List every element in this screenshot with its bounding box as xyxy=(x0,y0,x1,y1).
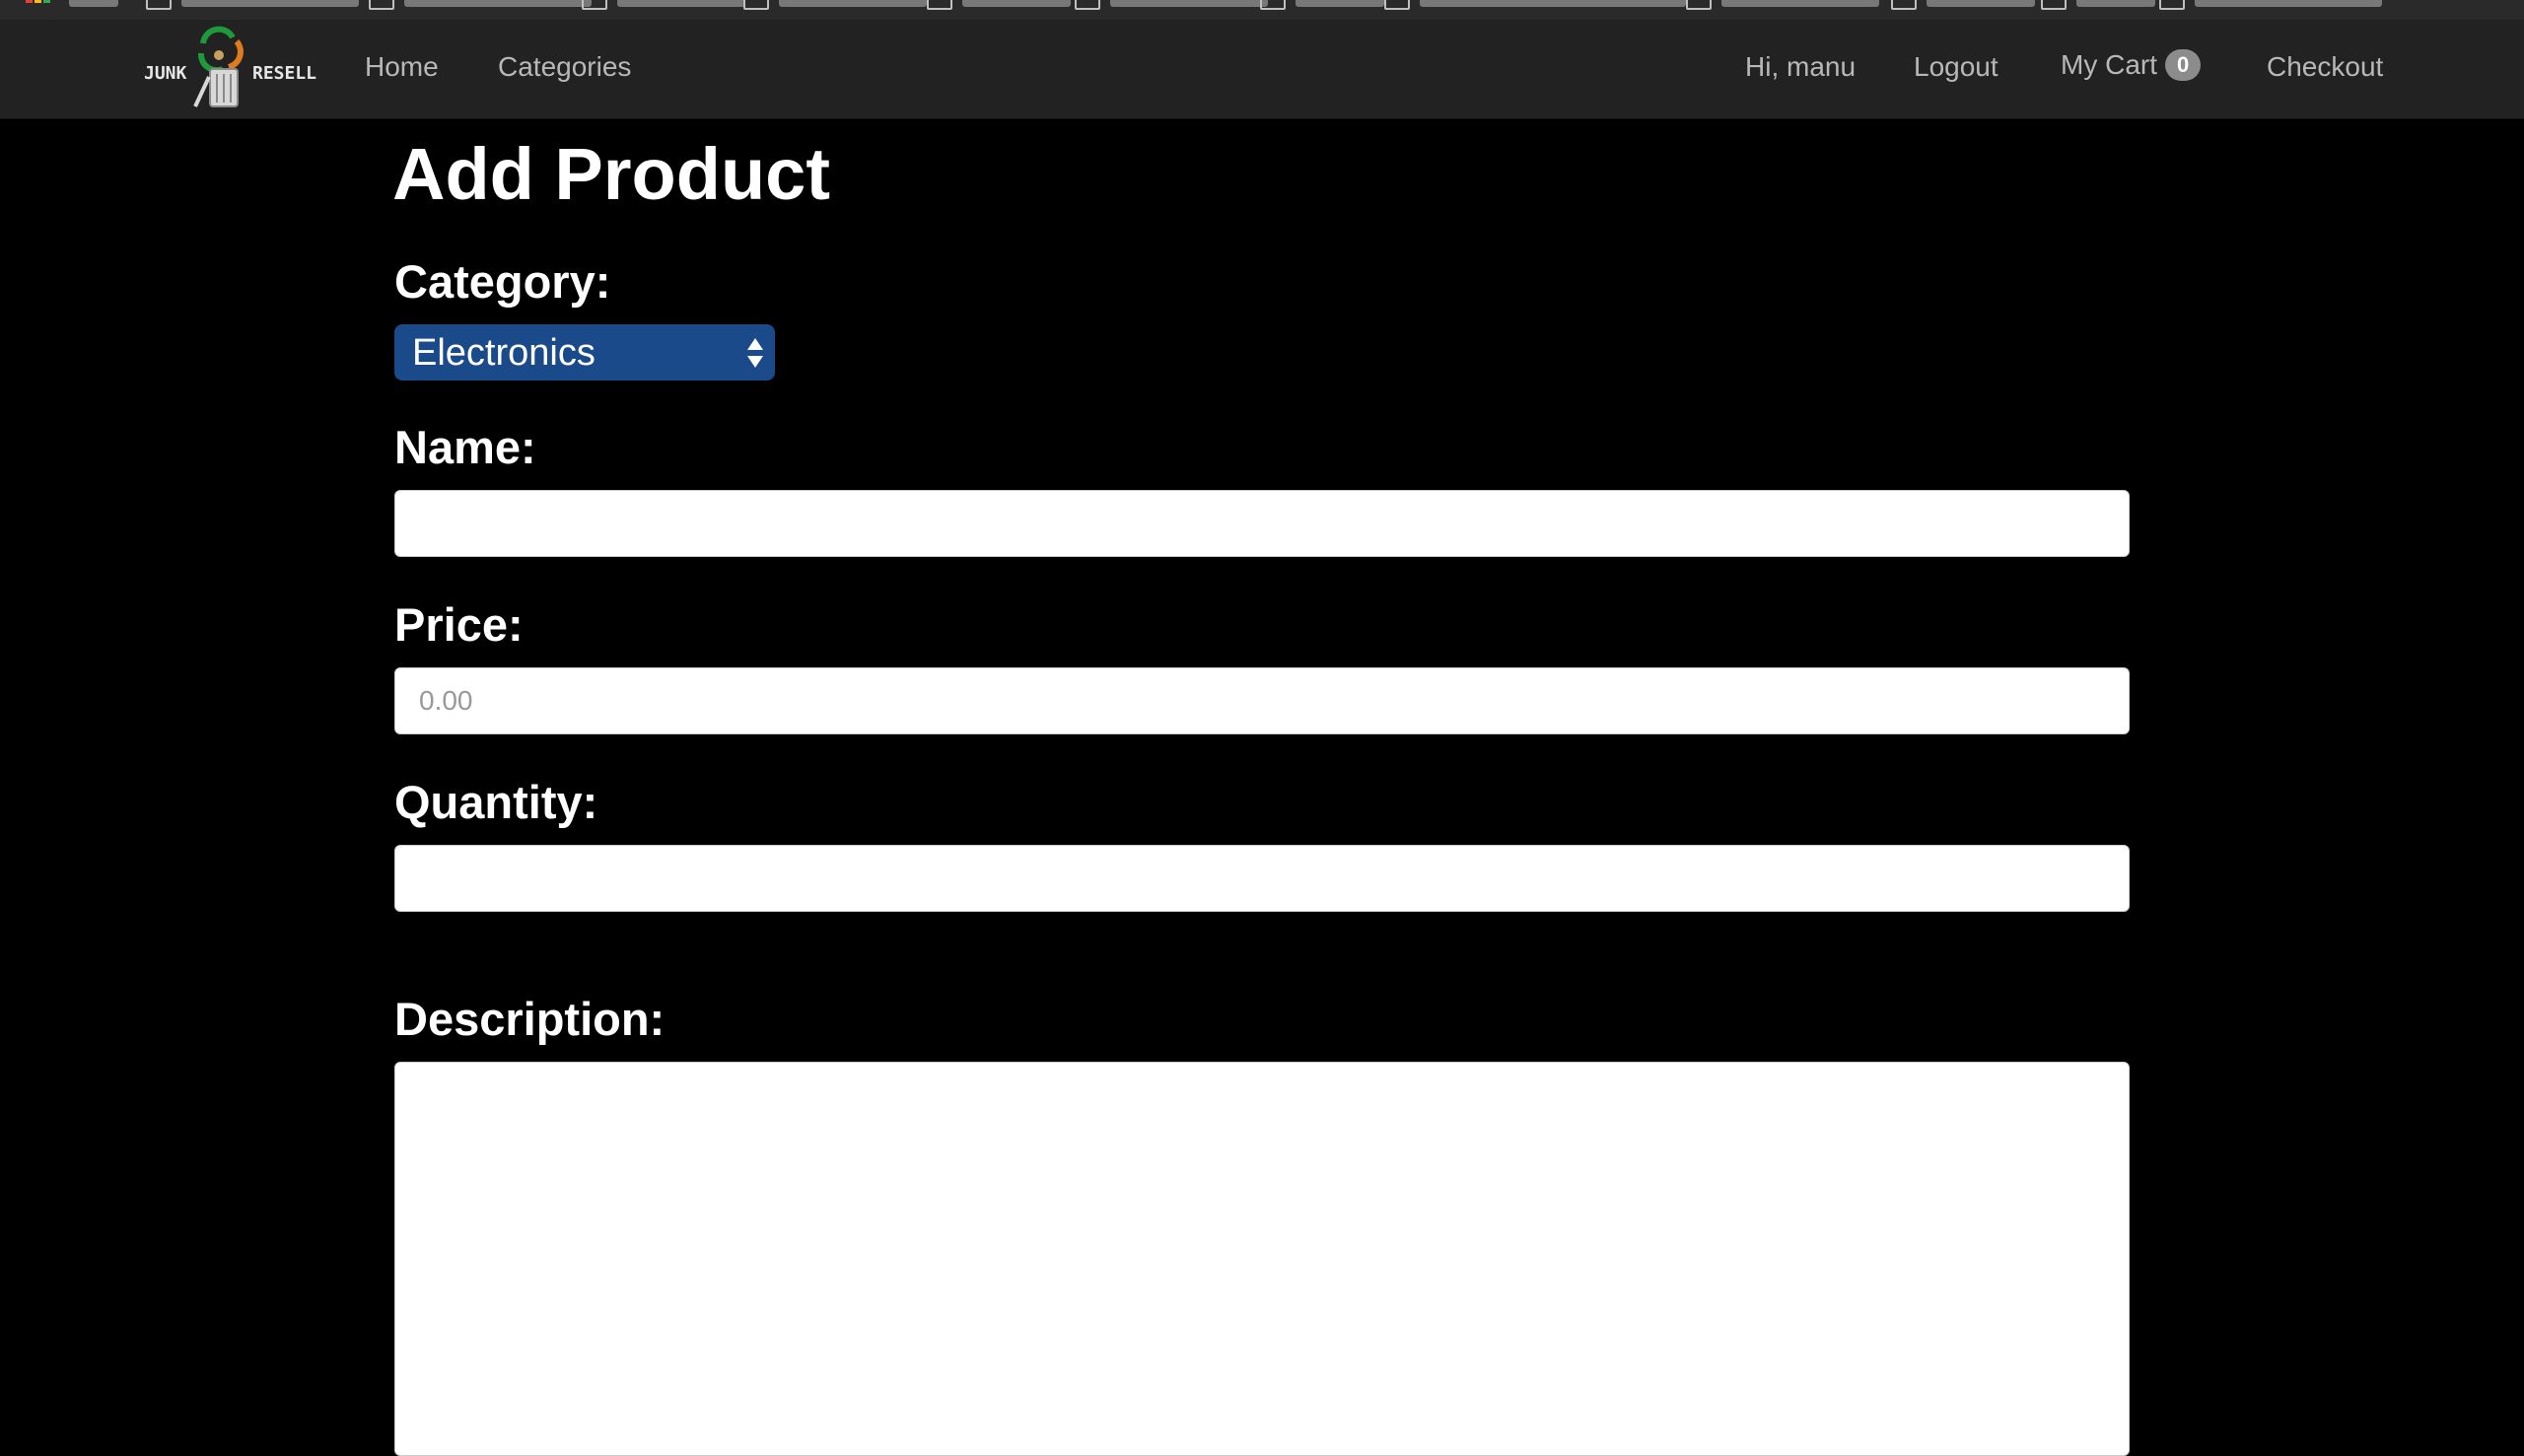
bookmark-item[interactable] xyxy=(2159,0,2382,10)
bookmark-folder-icon xyxy=(1686,0,1712,10)
bookmark-item[interactable] xyxy=(1384,0,1686,10)
bookmark-item[interactable] xyxy=(146,0,359,10)
junk-resell-logo[interactable]: JUNK RESELL xyxy=(138,20,325,108)
bookmark-folder-icon xyxy=(582,0,607,10)
bookmark-item[interactable] xyxy=(69,0,118,10)
bookmark-item[interactable] xyxy=(369,0,592,10)
description-label: Description: xyxy=(394,993,666,1045)
nav-cart-label: My Cart xyxy=(2061,49,2157,80)
nav-home-link[interactable]: Home xyxy=(365,53,439,81)
bookmark-folder-icon xyxy=(1075,0,1100,10)
bookmark-folder-icon xyxy=(2159,0,2185,10)
nav-logout-link[interactable]: Logout xyxy=(1914,53,1998,81)
quantity-label: Quantity: xyxy=(394,776,598,828)
logo-text-left: JUNK xyxy=(144,63,187,84)
nav-categories-link[interactable]: Categories xyxy=(498,53,631,81)
bookmark-item[interactable] xyxy=(1075,0,1268,10)
bookmark-item[interactable] xyxy=(1686,0,1879,10)
bookmark-folder-icon xyxy=(2041,0,2067,10)
description-textarea[interactable] xyxy=(394,1062,2130,1456)
bookmark-folder-icon xyxy=(146,0,172,10)
bookmark-folder-icon xyxy=(369,0,394,10)
bookmarks-bar xyxy=(0,0,2524,21)
recycle-trash-can-logo: JUNK RESELL xyxy=(144,26,316,107)
bookmark-item[interactable] xyxy=(743,0,927,10)
category-selected-value: Electronics xyxy=(412,332,596,374)
price-input[interactable] xyxy=(394,667,2130,734)
bookmark-folder-icon xyxy=(743,0,769,10)
apps-grid-icon[interactable] xyxy=(26,0,50,3)
bookmark-item[interactable] xyxy=(582,0,745,10)
bookmark-folder-icon xyxy=(1891,0,1917,10)
bookmark-item[interactable] xyxy=(1260,0,1384,10)
logo-text-right: RESELL xyxy=(252,63,316,84)
category-select[interactable]: Electronics xyxy=(394,324,775,381)
bookmark-item[interactable] xyxy=(927,0,1071,10)
name-input[interactable] xyxy=(394,490,2130,557)
bookmark-folder-icon xyxy=(1384,0,1410,10)
nav-checkout-link[interactable]: Checkout xyxy=(2267,53,2383,81)
quantity-input[interactable] xyxy=(394,845,2130,912)
bookmark-item[interactable] xyxy=(2041,0,2155,10)
chevron-updown-icon xyxy=(747,338,763,368)
category-label: Category: xyxy=(394,255,611,308)
price-label: Price: xyxy=(394,598,524,651)
nav-greeting-link[interactable]: Hi, manu xyxy=(1745,53,1856,81)
bookmark-item[interactable] xyxy=(1891,0,2035,10)
cart-count-badge: 0 xyxy=(2165,49,2202,81)
nav-cart-link[interactable]: My Cart 0 xyxy=(2061,49,2202,81)
bookmark-folder-icon xyxy=(927,0,952,10)
page-title: Add Product xyxy=(392,133,830,215)
name-label: Name: xyxy=(394,421,536,473)
top-navbar: JUNK RESELL Home Categories Hi, manu Log… xyxy=(0,20,2524,119)
bookmark-folder-icon xyxy=(1260,0,1286,10)
